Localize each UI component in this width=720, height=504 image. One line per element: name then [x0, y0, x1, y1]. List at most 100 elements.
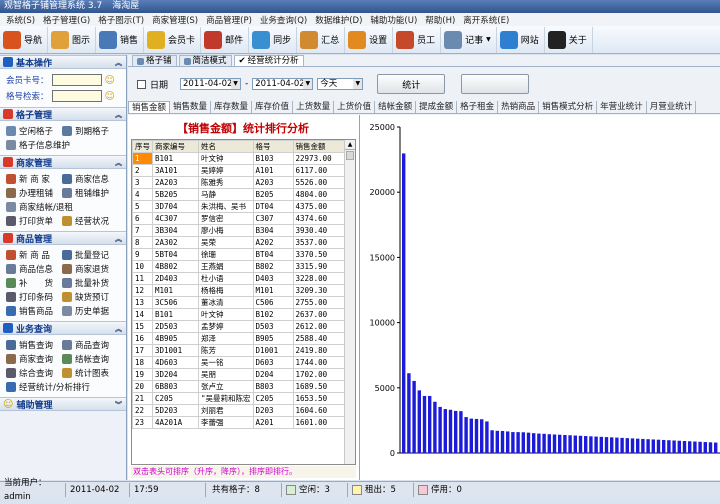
scroll-up-icon[interactable]: ▲ [345, 140, 355, 150]
product-info-item[interactable]: 商品信息 [6, 263, 62, 275]
stat-tab-9[interactable]: 热销商品 [498, 101, 540, 113]
grid-search-input[interactable] [51, 90, 102, 102]
stat-tab-3[interactable]: 库存价值 [252, 101, 294, 113]
date-to-field[interactable]: 2011-04-02 ▼ [252, 78, 314, 90]
table-row[interactable]: 7 3B304 廖小梅 B304 3930.40 [132, 224, 352, 237]
new-merchant-item[interactable]: 新 商 家 [6, 173, 62, 185]
toolbar-cash-register-button[interactable]: 销售 [96, 26, 145, 53]
table-row[interactable]: 6 4C307 罗信密 C307 4374.60 [132, 212, 352, 225]
tab-business-stat[interactable]: ✔ 经营统计分析 [233, 55, 304, 66]
toolbar-summary-button[interactable]: 汇总 [297, 26, 346, 53]
table-row[interactable]: 2 3A101 吴婷婷 A101 6117.00 [132, 164, 352, 177]
toolbar-sync-button[interactable]: 同步 [249, 26, 298, 53]
toolbar-home-button[interactable]: 导航 [0, 26, 49, 53]
stat-tab-11[interactable]: 年营业统计 [597, 101, 647, 113]
expired-grid-item[interactable]: 到期格子 [62, 125, 118, 137]
stat-tab-2[interactable]: 库存数量 [211, 101, 253, 113]
batch-register-item[interactable]: 批量登记 [62, 249, 118, 261]
menu-system[interactable]: 系统(S) [2, 14, 39, 26]
toolbar-globe-button[interactable]: 网站 [497, 26, 545, 53]
chevron-down-icon[interactable]: ▼ [353, 79, 363, 89]
stat-tab-12[interactable]: 月营业统计 [647, 101, 697, 113]
section-grid-mgmt[interactable]: 格子管理 ︽ [0, 107, 126, 121]
table-row[interactable]: 21 C205 "吴曼莉和陈宏 C205 1653.50 [132, 392, 352, 405]
ranking-table[interactable]: 序号 商家编号 姓名 格号 销售金额 1 B101 叶文钟 B103 22973.00 2 3A101… [131, 139, 356, 465]
column-header[interactable]: 销售金额 [292, 140, 352, 153]
business-stat-item[interactable]: 经营统计/分析排行 [6, 381, 116, 393]
merchant-return-item[interactable]: 商家退货 [62, 263, 118, 275]
column-header[interactable]: 商家编号 [152, 140, 199, 153]
stat-tab-0[interactable]: 销售金额 [128, 101, 171, 113]
table-row[interactable]: 18 4D603 吴一铭 D603 1744.00 [132, 356, 352, 369]
section-aux[interactable]: ☺ 辅助管理 ︾ [0, 397, 126, 411]
stat-tab-4[interactable]: 上货数量 [293, 101, 335, 113]
section-merchant[interactable]: 商家管理 ︽ [0, 155, 126, 169]
rent-maint-item[interactable]: 租铺维护 [62, 187, 118, 199]
idle-grid-item[interactable]: 空闲格子 [6, 125, 62, 137]
batch-restock-item[interactable]: 批量补货 [62, 277, 118, 289]
toolbar-notes-button[interactable]: 记事 ▼ [441, 26, 497, 53]
vertical-scrollbar[interactable]: ▲ [344, 140, 355, 464]
collapse-icon[interactable]: ︽ [115, 158, 122, 168]
toolbar-settings-button[interactable]: 设置 [345, 26, 394, 53]
chevron-down-icon[interactable]: ▼ [231, 79, 241, 89]
table-row[interactable]: 8 2A302 吴荣 A202 3537.00 [132, 236, 352, 249]
stat-tab-1[interactable]: 销售数量 [170, 101, 212, 113]
menu-data[interactable]: 数据维护(D) [311, 14, 366, 26]
business-status-item[interactable]: 经营状况 [62, 215, 118, 227]
column-header[interactable]: 格号 [252, 140, 294, 153]
menu-product[interactable]: 商品管理(P) [202, 14, 256, 26]
menu-exit[interactable]: 离开系统(E) [459, 14, 513, 26]
table-row[interactable]: 17 3D1001 陈芳 D1001 2419.80 [132, 344, 352, 357]
expand-icon[interactable]: ︾ [115, 400, 122, 410]
table-row[interactable]: 4 5B205 马静 B205 4804.00 [132, 188, 352, 201]
stat-chart-item[interactable]: 统计图表 [62, 367, 118, 379]
collapse-icon[interactable]: ︽ [115, 324, 122, 334]
stat-tab-10[interactable]: 销售模式分析 [539, 101, 598, 113]
stat-tab-6[interactable]: 结帐金额 [375, 101, 417, 113]
menu-grid-view[interactable]: 格子图示(T) [94, 14, 148, 26]
section-basic[interactable]: 基本操作 ︽ [0, 55, 126, 69]
table-row[interactable]: 23 4A201A 李蕾强 A201 1601.00 [132, 416, 352, 429]
menu-query[interactable]: 业务查询(Q) [256, 14, 311, 26]
merchant-info-item[interactable]: 商家信息 [62, 173, 118, 185]
checkout-query-item[interactable]: 结帐查询 [62, 353, 118, 365]
table-row[interactable]: 11 2D403 杜小语 D403 3228.00 [132, 272, 352, 285]
product-query-item[interactable]: 商品查询 [62, 339, 118, 351]
rent-item[interactable]: 办理租铺 [6, 187, 62, 199]
checkout-item[interactable]: 商家结帐/退租 [6, 201, 116, 213]
menu-help[interactable]: 帮助(H) [421, 14, 459, 26]
stat-tab-5[interactable]: 上货价值 [334, 101, 376, 113]
stat-button[interactable]: 统计 [377, 74, 446, 94]
print-barcode-item[interactable]: 打印条码 [6, 291, 62, 303]
toolbar-member-card-button[interactable]: 会员卡 [144, 26, 202, 53]
sell-product-item[interactable]: 销售商品 [6, 305, 62, 317]
section-query[interactable]: 业务查询 ︽ [0, 321, 126, 335]
merchant-query-item[interactable]: 商家查询 [6, 353, 62, 365]
table-row[interactable]: 14 B101 叶文钟 B102 2637.00 [132, 308, 352, 321]
menu-aux[interactable]: 辅助功能(U) [366, 14, 421, 26]
sales-query-item[interactable]: 销售查询 [6, 339, 62, 351]
table-row[interactable]: 10 4B802 王燕娟 B802 3315.90 [132, 260, 352, 273]
toolbar-staff-button[interactable]: 员工 [393, 26, 442, 53]
stat-tab-7[interactable]: 提成金额 [416, 101, 458, 113]
preorder-item[interactable]: 缺货预订 [62, 291, 118, 303]
table-row[interactable]: 12 M101 杨格梅 M101 3209.30 [132, 284, 352, 297]
toolbar-mail-button[interactable]: 邮件 [201, 26, 250, 53]
collapse-icon[interactable]: ︽ [115, 58, 122, 68]
table-row[interactable]: 13 3C506 董冰清 C506 2755.00 [132, 296, 352, 309]
blank-button[interactable] [461, 74, 530, 94]
date-from-field[interactable]: 2011-04-02 ▼ [180, 78, 242, 90]
history-item[interactable]: 历史单据 [62, 305, 118, 317]
table-row[interactable]: 20 6B803 张卢立 B803 1689.50 [132, 380, 352, 393]
table-row[interactable]: 16 4B905 郑泽 B905 2588.40 [132, 332, 352, 345]
table-row[interactable]: 1 B101 叶文钟 B103 22973.00 [132, 152, 352, 165]
column-header[interactable]: 序号 [132, 140, 153, 153]
collapse-icon[interactable]: ︽ [115, 234, 122, 244]
member-card-input[interactable] [51, 74, 102, 86]
chevron-down-icon[interactable]: ▼ [303, 79, 313, 89]
tab-simple-mode[interactable]: 简洁模式 [178, 55, 232, 66]
restock-item[interactable]: 补 货 [6, 277, 62, 289]
table-row[interactable]: 15 2D503 孟梦婷 D503 2612.00 [132, 320, 352, 333]
date-checkbox[interactable] [137, 79, 146, 89]
